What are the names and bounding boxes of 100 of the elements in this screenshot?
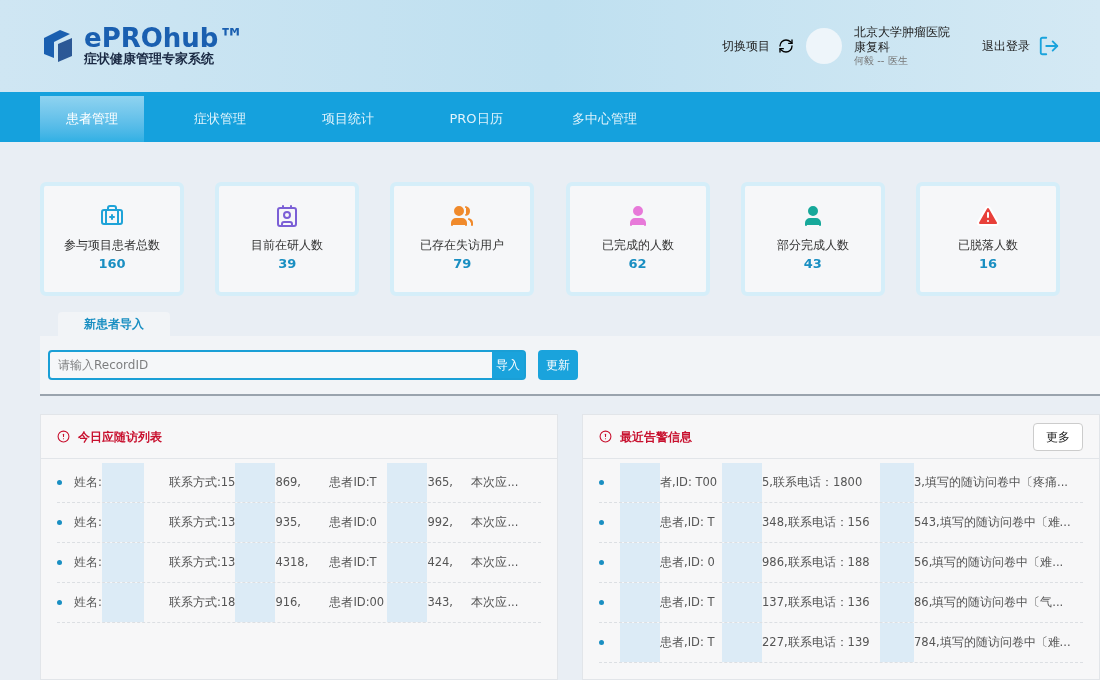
logout-button[interactable]: 退出登录 (982, 37, 1030, 55)
patient-name: 姓名: (74, 513, 102, 531)
update-button[interactable]: 更新 (538, 350, 578, 380)
patient-id-text: 患者ID:0 (329, 513, 378, 531)
nav-tab[interactable]: 患者管理 (40, 96, 144, 142)
stat-value: 160 (98, 255, 126, 274)
bullet-icon (57, 480, 62, 485)
redaction-block (101, 463, 144, 502)
redaction-block (722, 543, 762, 582)
redaction-block (880, 543, 914, 582)
bullet-icon (599, 480, 604, 485)
contact-text: 4318, (275, 553, 310, 571)
stat-label: 部分完成人数 (776, 237, 849, 255)
contact-text: 916, (275, 593, 302, 611)
stat-label: 已完成的人数 (601, 237, 674, 255)
refresh-icon[interactable] (778, 38, 794, 54)
bullet-icon (57, 560, 62, 565)
alert-text: 784,填写的随访问卷中〔难... (914, 633, 1071, 651)
patient-id-text: 患者ID:T (329, 553, 378, 571)
redaction-block (387, 543, 428, 582)
alert-text: 56,填写的随访问卷中〔难... (914, 553, 1064, 571)
alert-text: 348,联系电话：156 (762, 513, 871, 531)
alert-text: 227,联系电话：139 (762, 633, 871, 651)
redaction-block (387, 583, 428, 622)
logo-title: ePROhub™ (84, 24, 245, 51)
logo-subtitle: 症状健康管理专家系统 (84, 50, 215, 68)
stat-value: 43 (803, 255, 822, 274)
bullet-icon (57, 520, 62, 525)
contact-text: 联系方式:13 (168, 553, 236, 571)
alert-text: 5,联系电话：1800 (762, 473, 864, 491)
patient-id-text: 365, (427, 473, 454, 491)
patient-id-text: 424, (427, 553, 454, 571)
alert-text: 86,填写的随访问卷中〔气... (914, 593, 1064, 611)
panel-title: 今日应随访列表 (78, 428, 162, 446)
stat-value: 39 (278, 255, 297, 274)
alert-text: 患者,ID: T (660, 633, 716, 651)
department-name: 康复科 (854, 39, 891, 55)
patient-name: 姓名: (74, 593, 102, 611)
panel-title: 最近告警信息 (620, 428, 692, 446)
stat-label: 目前在研人数 (251, 237, 324, 255)
contact-text: 935, (275, 513, 302, 531)
patient-name: 姓名: (74, 553, 102, 571)
redaction-block (722, 623, 762, 662)
alert-icon (57, 430, 70, 443)
alert-text: 患者,ID: 0 (660, 553, 716, 571)
alert-text: 者,ID: T00 (660, 473, 719, 491)
import-tab[interactable]: 新患者导入 (58, 312, 170, 336)
alert-text: 患者,ID: T (660, 513, 716, 531)
switch-project-button[interactable]: 切换项目 (722, 37, 770, 55)
stat-label: 已存在失访用户 (420, 237, 505, 255)
redaction-block (620, 623, 660, 662)
bullet-icon (599, 520, 604, 525)
followup-summary: 本次应... (471, 513, 519, 531)
patient-id-text: 患者ID:T (329, 473, 378, 491)
stat-value: 62 (628, 255, 647, 274)
redaction-block (235, 463, 276, 502)
redaction-block (880, 463, 914, 502)
redaction-block (387, 463, 428, 502)
redaction-block (101, 583, 144, 622)
redaction-block (722, 503, 762, 542)
contact-text: 869, (275, 473, 302, 491)
nav-tab[interactable]: 多中心管理 (552, 96, 656, 142)
patient-name: 姓名: (74, 473, 102, 491)
bullet-icon (57, 600, 62, 605)
redaction-block (880, 623, 914, 662)
stat-label: 已脱落人数 (957, 237, 1018, 255)
nav-tab[interactable]: 症状管理 (168, 96, 272, 142)
contact-text: 联系方式:15 (168, 473, 236, 491)
alert-text: 543,填写的随访问卷中〔难... (914, 513, 1071, 531)
redaction-block (620, 543, 660, 582)
alert-icon (599, 430, 612, 443)
stat-value: 79 (453, 255, 472, 274)
import-button[interactable]: 导入 (492, 352, 524, 378)
bullet-icon (599, 640, 604, 645)
followup-summary: 本次应... (471, 593, 519, 611)
redaction-block (101, 503, 144, 542)
alert-text: 患者,ID: T (660, 593, 716, 611)
followup-summary: 本次应... (471, 473, 519, 491)
bullet-icon (599, 560, 604, 565)
alert-text: 3,填写的随访问卷中〔疼痛... (914, 473, 1068, 491)
redaction-block (620, 503, 660, 542)
nav-tab[interactable]: PRO日历 (424, 96, 528, 142)
contact-text: 联系方式:18 (168, 593, 236, 611)
redaction-block (235, 583, 276, 622)
patient-id-text: 992, (427, 513, 454, 531)
patient-id-text: 343, (427, 593, 454, 611)
patient-id-text: 患者ID:00 (329, 593, 386, 611)
redaction-block (387, 503, 428, 542)
record-id-field[interactable]: 请输入RecordID 导入 (48, 350, 526, 380)
redaction-block (880, 583, 914, 622)
stat-value: 16 (978, 255, 997, 274)
redaction-block (620, 463, 660, 502)
redaction-block (722, 583, 762, 622)
hospital-name: 北京大学肿瘤医院 (854, 24, 950, 40)
redaction-block (235, 503, 276, 542)
followup-summary: 本次应... (471, 553, 519, 571)
nav-tab[interactable]: 项目统计 (296, 96, 400, 142)
user-role: 何毅 -- 医生 (854, 54, 909, 68)
more-button[interactable]: 更多 (1033, 422, 1083, 451)
stat-label: 参与项目患者总数 (64, 237, 160, 255)
